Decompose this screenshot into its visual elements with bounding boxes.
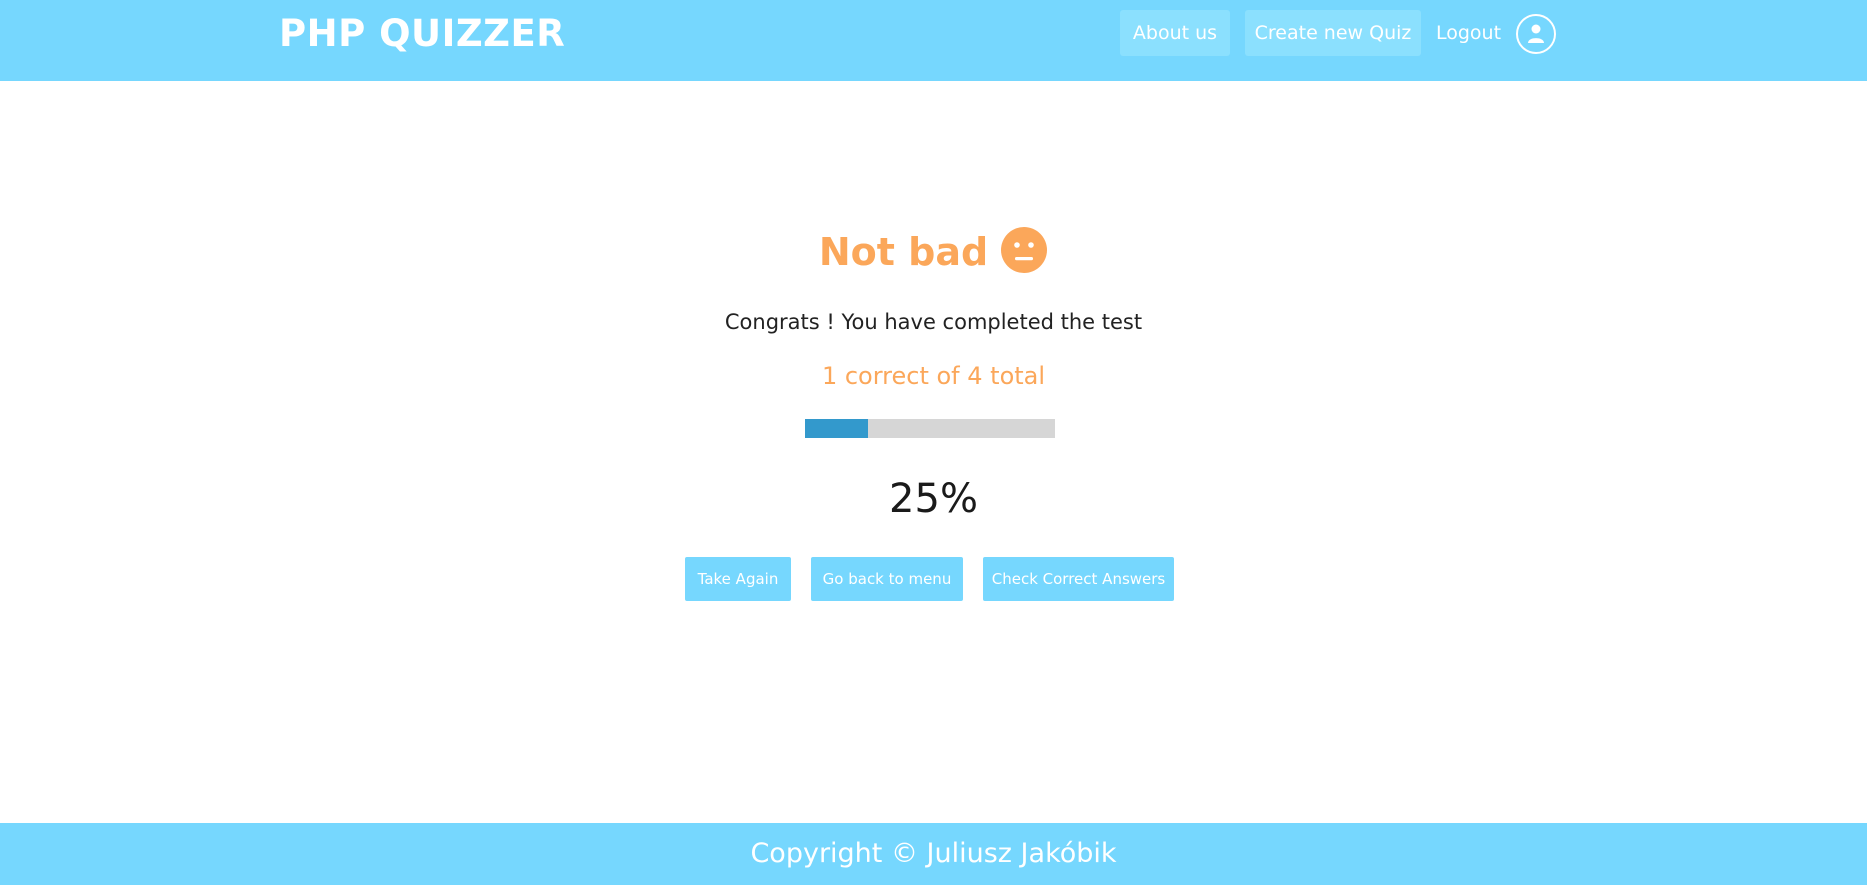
score-progress-fill	[805, 419, 868, 438]
score-progress-bar	[805, 419, 1055, 438]
back-to-menu-button[interactable]: Go back to menu	[811, 557, 963, 601]
neutral-face-icon	[1000, 226, 1048, 274]
user-icon-glyph	[1528, 24, 1544, 43]
brand-logo[interactable]: PHP QUIZZER	[279, 12, 565, 55]
create-quiz-button[interactable]: Create new Quiz	[1245, 10, 1421, 56]
score-percent: 25%	[889, 476, 978, 522]
completion-message: Congrats ! You have completed the test	[724, 310, 1143, 334]
result-heading: Not bad	[818, 230, 989, 274]
user-icon[interactable]	[1516, 14, 1556, 54]
about-us-button[interactable]: About us	[1120, 10, 1230, 56]
logout-link[interactable]: Logout	[1436, 10, 1501, 56]
take-again-button[interactable]: Take Again	[685, 557, 791, 601]
result-title: Not bad	[0, 226, 1867, 276]
score-summary: 1 correct of 4 total	[821, 362, 1046, 390]
top-navbar: PHP QUIZZER About us Create new Quiz Log…	[0, 0, 1867, 81]
footer: Copyright © Juliusz Jakóbik	[0, 823, 1867, 885]
copyright-text: Copyright © Juliusz Jakóbik	[750, 838, 1117, 869]
check-answers-button[interactable]: Check Correct Answers	[983, 557, 1174, 601]
